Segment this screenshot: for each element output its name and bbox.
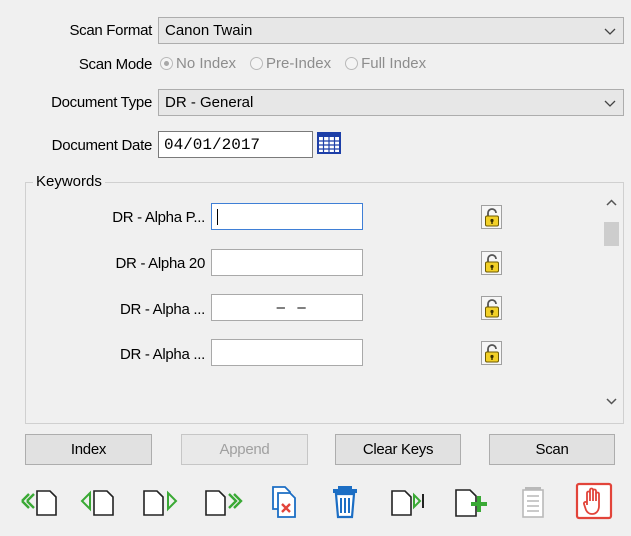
keyword-lock-button[interactable] [481,205,502,229]
unlocked-padlock-icon [484,207,499,226]
scan-mode-label: Scan Mode [78,56,152,73]
scan-format-dropdown[interactable]: Canon Twain [158,17,624,44]
delete-page-icon[interactable] [263,479,307,523]
index-button[interactable]: Index [25,434,152,465]
document-type-value: DR - General [165,94,254,111]
keyword-input[interactable] [211,339,363,366]
document-date-value: 04/01/2017 [164,135,261,154]
radio-full-index[interactable]: Full Index [345,55,426,72]
text-caret [217,209,218,225]
keyword-input-value: – – [268,299,306,316]
calendar-icon [317,132,341,154]
unlocked-padlock-icon [484,298,499,317]
keyword-label: DR - Alpha ... [119,346,205,363]
scroll-up-icon[interactable] [605,197,618,209]
document-properties-icon[interactable] [511,479,555,523]
add-page-icon[interactable] [449,479,493,523]
radio-circle-icon [250,57,264,70]
radio-pre-index-label: Pre-Index [266,55,332,72]
stop-icon[interactable] [572,479,616,523]
scan-format-label: Scan Format [69,22,152,39]
append-button[interactable]: Append [181,434,308,465]
insert-page-icon[interactable] [386,479,430,523]
unlocked-padlock-icon [484,253,499,272]
previous-page-icon[interactable] [76,479,120,523]
keywords-scrollbar[interactable] [602,192,621,417]
scan-mode-radio-group: No Index Pre-Index Full Index [160,55,440,72]
keyword-lock-button[interactable] [481,341,502,365]
keyword-input[interactable] [211,249,363,276]
document-type-dropdown[interactable]: DR - General [158,89,624,116]
delete-document-icon[interactable] [325,479,369,523]
keyword-label: DR - Alpha ... [119,301,205,318]
scrollbar-thumb[interactable] [604,222,619,246]
document-date-label: Document Date [51,137,153,154]
radio-pre-index[interactable]: Pre-Index [250,55,331,72]
last-page-icon[interactable] [201,479,245,523]
next-page-icon[interactable] [138,479,182,523]
document-type-label: Document Type [51,94,152,111]
chevron-down-icon [604,100,616,107]
first-page-icon[interactable] [18,479,62,523]
calendar-button[interactable] [317,132,343,156]
scroll-down-icon[interactable] [605,395,618,407]
radio-full-index-label: Full Index [361,55,427,72]
radio-no-index-label: No Index [176,55,237,72]
keyword-label: DR - Alpha P... [112,209,205,226]
clear-keys-button[interactable]: Clear Keys [335,434,461,465]
keyword-input[interactable]: – – [211,294,363,321]
radio-no-index[interactable]: No Index [160,55,236,72]
scan-button[interactable]: Scan [489,434,615,465]
chevron-down-icon [604,28,616,35]
document-date-field[interactable]: 04/01/2017 [158,131,313,158]
keywords-title: Keywords [33,173,105,190]
keyword-lock-button[interactable] [481,251,502,275]
keyword-lock-button[interactable] [481,296,502,320]
radio-circle-icon [345,57,359,70]
unlocked-padlock-icon [484,343,499,362]
keyword-input[interactable] [211,203,363,230]
keyword-label: DR - Alpha 20 [115,255,206,272]
scan-format-value: Canon Twain [165,22,253,39]
radio-circle-icon [160,57,173,70]
